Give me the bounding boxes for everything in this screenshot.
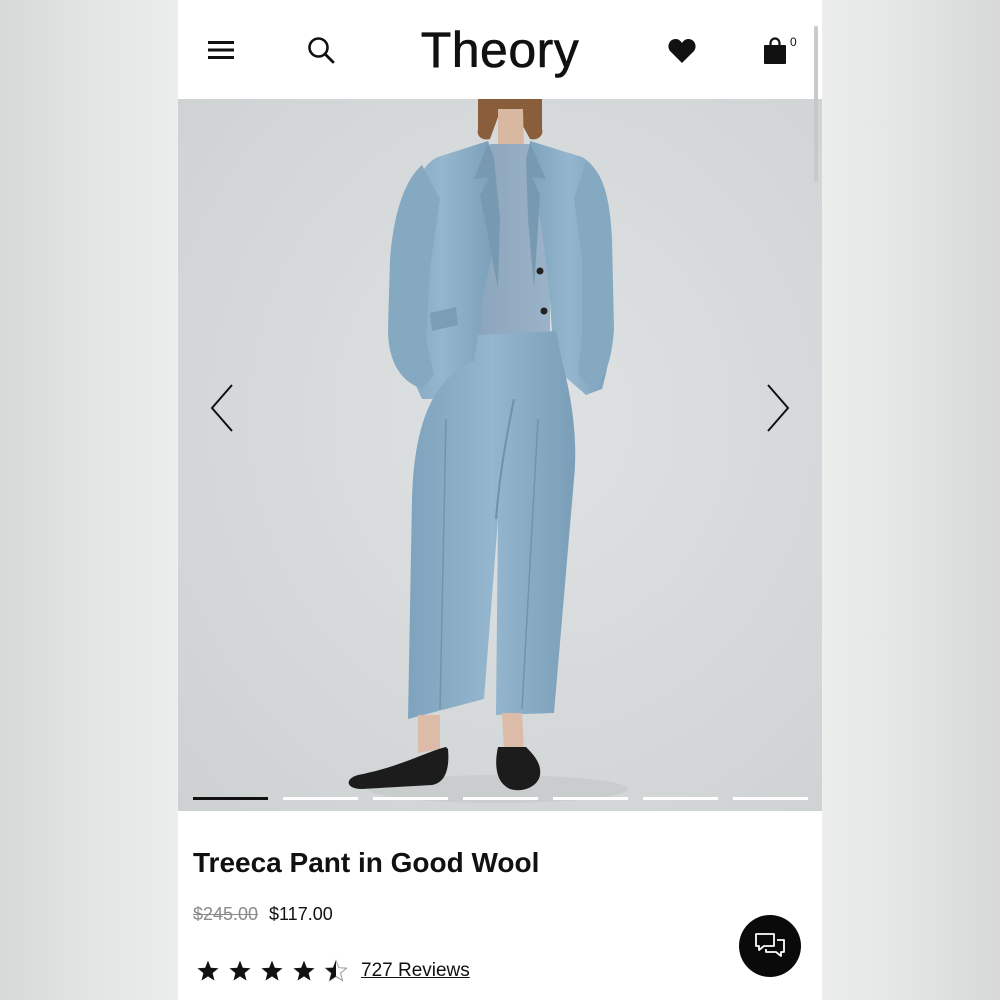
original-price: $245.00	[193, 904, 259, 924]
product-info: Treeca Pant in Good Wool $245.00 $117.00…	[178, 811, 822, 1000]
star-full-icon	[197, 960, 219, 981]
star-full-icon	[229, 960, 251, 981]
gallery-dot-6[interactable]	[643, 797, 718, 800]
previous-image-button[interactable]	[206, 382, 238, 434]
search-button[interactable]	[304, 33, 338, 67]
product-image-gallery[interactable]	[178, 99, 822, 811]
gallery-dot-1[interactable]	[193, 797, 268, 800]
gallery-dot-3[interactable]	[373, 797, 448, 800]
search-icon	[308, 37, 335, 64]
bag-count-badge: 0	[790, 35, 797, 49]
menu-button[interactable]	[204, 34, 238, 66]
shopping-bag-icon	[764, 37, 786, 64]
product-title: Treeca Pant in Good Wool	[193, 847, 540, 878]
wishlist-button[interactable]	[665, 35, 699, 67]
star-full-icon	[293, 960, 315, 981]
gallery-dot-5[interactable]	[553, 797, 628, 800]
gallery-pagination	[193, 797, 809, 803]
chat-button[interactable]	[739, 915, 801, 977]
heart-icon	[668, 38, 696, 63]
shopping-bag-button[interactable]	[758, 33, 792, 69]
star-half-icon	[324, 959, 348, 982]
hamburger-menu-icon	[208, 41, 234, 59]
star-full-icon	[261, 960, 283, 981]
site-header: Theory 0	[178, 0, 822, 99]
gallery-dot-4[interactable]	[463, 797, 538, 800]
brand-logo[interactable]: Theory	[388, 22, 612, 79]
scrollbar-thumb[interactable]	[814, 26, 818, 182]
rating-stars[interactable]	[196, 959, 348, 983]
gallery-dot-2[interactable]	[283, 797, 358, 800]
mobile-page: Theory 0 Treeca Pant in Good Wool $245.0…	[178, 0, 822, 1000]
chat-bubbles-icon	[755, 933, 785, 957]
chevron-right-icon	[767, 384, 790, 432]
sale-price: $117.00	[269, 904, 333, 924]
gallery-dot-7[interactable]	[733, 797, 808, 800]
product-photo-model-in-blue-suit	[348, 99, 628, 803]
next-image-button[interactable]	[762, 382, 794, 434]
reviews-link[interactable]: 727 Reviews	[361, 960, 470, 982]
chevron-left-icon	[210, 384, 233, 432]
